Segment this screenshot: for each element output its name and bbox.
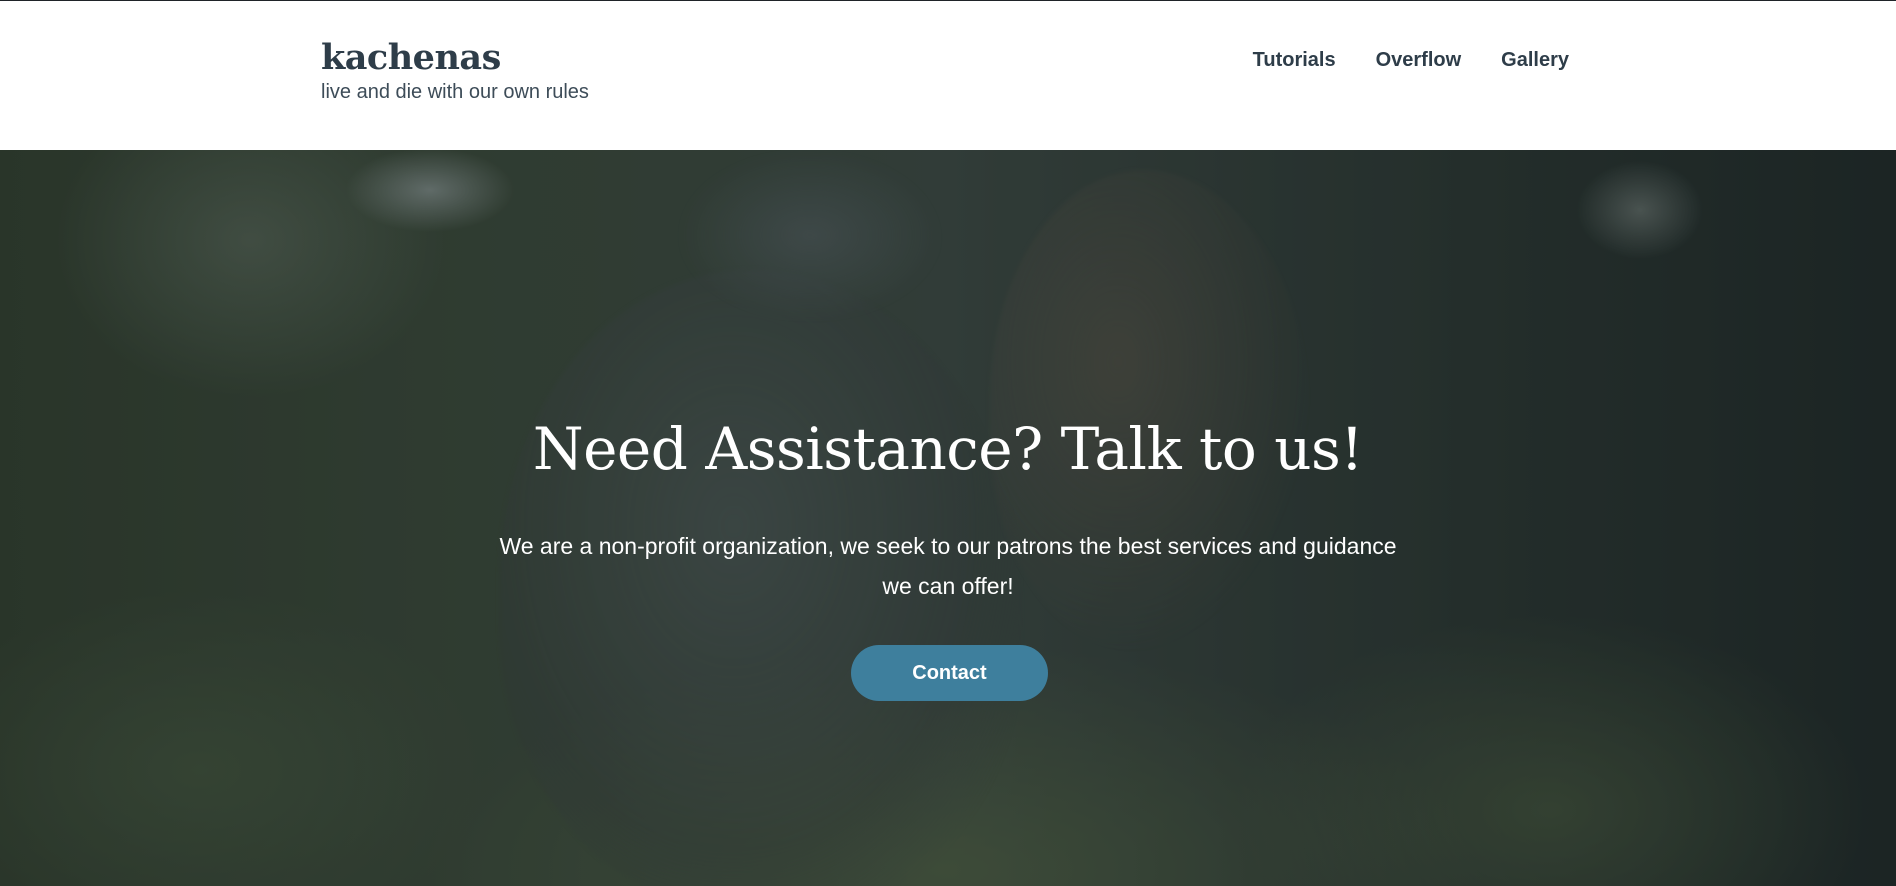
hero-description: We are a non-profit organization, we see… (499, 533, 1397, 599)
contact-button[interactable]: Contact (851, 645, 1048, 701)
site-title-link[interactable]: kachenas (321, 36, 589, 80)
main-navigation: Tutorials Overflow Gallery (1253, 47, 1569, 73)
nav-item-gallery[interactable]: Gallery (1501, 47, 1569, 73)
site-header: kachenas live and die with our own rules… (0, 1, 1896, 150)
brand: kachenas live and die with our own rules (321, 36, 589, 105)
hero-section: Need Assistance? Talk to us! We are a no… (0, 150, 1896, 886)
nav-item-overflow[interactable]: Overflow (1376, 47, 1462, 73)
site-tagline: live and die with our own rules (321, 81, 589, 103)
hero-heading: Need Assistance? Talk to us! (532, 415, 1364, 483)
hero-dark-overlay (0, 150, 1896, 886)
nav-item-tutorials[interactable]: Tutorials (1253, 47, 1336, 73)
